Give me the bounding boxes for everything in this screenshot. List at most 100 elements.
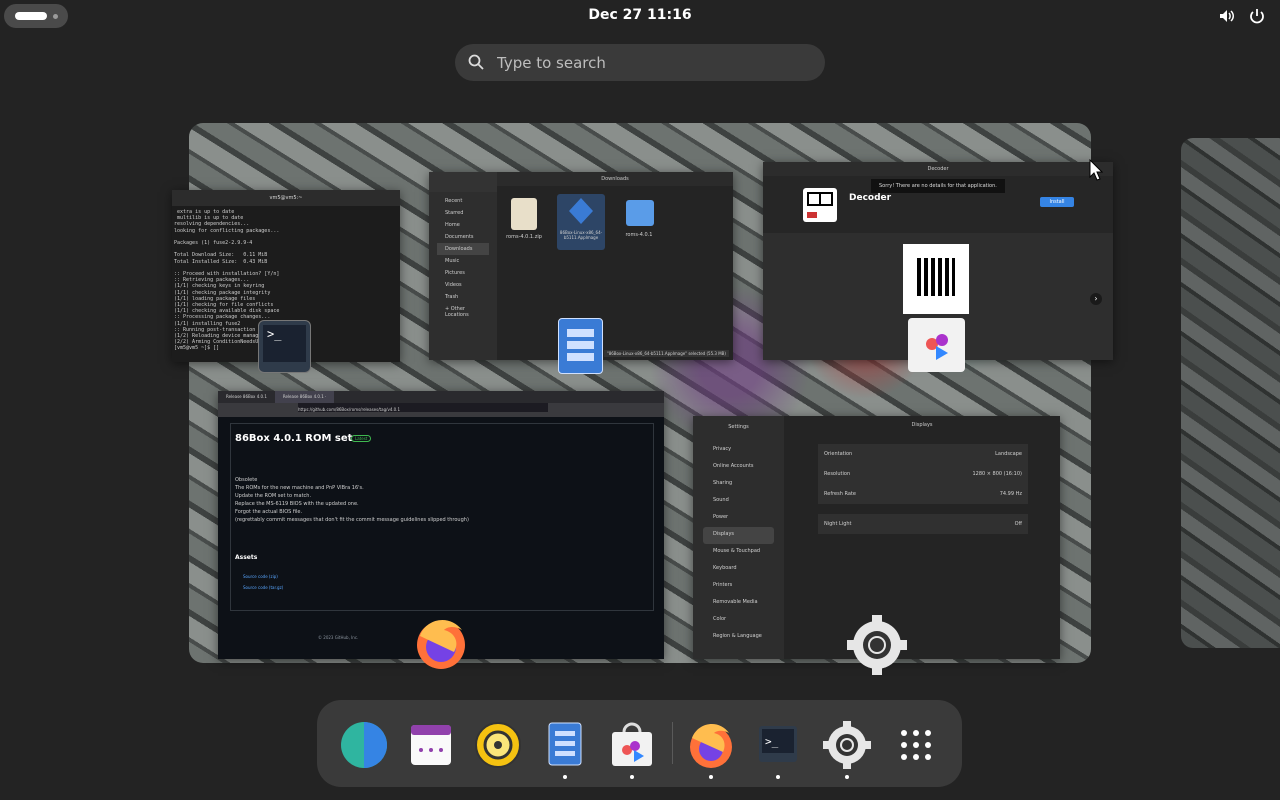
browser-footer: © 2023 GitHub, Inc.	[318, 635, 359, 640]
settings-row[interactable]: Orientation Landscape	[818, 444, 1028, 464]
running-indicator	[709, 775, 713, 779]
files-sidebar-item[interactable]: Home	[437, 219, 489, 231]
file-selected[interactable]: 86Box-Linux-x86_64-b5111.AppImage	[557, 194, 605, 250]
settings-sidebar-item[interactable]: Mouse & Touchpad	[703, 544, 774, 561]
settings-row-value: 1280 × 800 (16:10)	[972, 471, 1022, 477]
calendar-icon[interactable]	[406, 720, 456, 770]
url-bar[interactable]: https://github.com/86Box/roms/releases/t…	[218, 403, 664, 417]
firefox-window-icon	[417, 619, 465, 669]
settings-sidebar-item[interactable]: Keyboard	[703, 561, 774, 578]
software-window-icon	[908, 318, 965, 372]
files-icon[interactable]	[540, 720, 590, 779]
asset-link[interactable]: Source code (tar.gz)	[243, 585, 283, 590]
browser-tab[interactable]: Release 86Box 4.0.1	[218, 391, 275, 403]
install-button[interactable]: Install	[1040, 197, 1074, 207]
software-title: Decoder	[763, 162, 1113, 176]
settings-row-label: Orientation	[824, 451, 853, 457]
dash-separator	[672, 722, 673, 764]
assets-heading[interactable]: Assets	[235, 554, 257, 561]
power-icon[interactable]	[1248, 7, 1266, 25]
settings-sidebar-title: Settings	[728, 424, 749, 430]
settings-sidebar-item[interactable]: Printers	[703, 578, 774, 595]
asset-link[interactable]: Source code (zip)	[243, 574, 278, 579]
system-menu[interactable]	[1218, 7, 1266, 25]
settings-sidebar-item[interactable]: Displays	[703, 527, 774, 544]
firefox-icon[interactable]	[686, 720, 736, 779]
search-icon	[468, 54, 484, 70]
latest-badge: Latest	[351, 435, 372, 442]
settings-row-label: Refresh Rate	[824, 491, 856, 497]
running-indicator	[845, 775, 849, 779]
settings-sidebar-item[interactable]: Region & Language	[703, 629, 774, 646]
running-indicator	[563, 775, 567, 779]
running-indicator	[630, 775, 634, 779]
folder-icon	[626, 200, 654, 226]
files-title: Downloads	[497, 172, 733, 186]
settings-row-value: Off	[1014, 521, 1022, 527]
dash: >_	[317, 700, 962, 787]
next-workspace-thumbnail[interactable]	[1181, 138, 1280, 648]
browser-tabs: Release 86Box 4.0.1 Release 86Box 4.0.1 …	[218, 391, 664, 403]
top-bar: Dec 27 11:16	[0, 0, 1280, 32]
files-sidebar-item[interactable]: Recent	[437, 195, 489, 207]
release-note-line: Replace the MS-6119 BIOS with the update…	[235, 501, 359, 507]
release-notes: Obsolete The ROMs for the new machine and…	[235, 476, 645, 524]
release-heading: 86Box 4.0.1 ROM set	[235, 433, 353, 444]
settings-sidebar-item[interactable]: Online Accounts	[703, 459, 774, 476]
toast-message: Sorry! There are no details for that app…	[871, 179, 1005, 193]
settings-sidebar-item[interactable]: Removable Media	[703, 595, 774, 612]
web-browser-icon[interactable]	[339, 720, 389, 770]
release-note-line: Update the ROM set to match.	[235, 493, 312, 499]
release-note-line: Forgot the actual BIOS file.	[235, 509, 303, 515]
files-sidebar-item[interactable]: Trash	[437, 291, 489, 303]
release-note-line: Obsolete	[235, 477, 258, 483]
file-label: 86Box-Linux-x86_64-b5111.AppImage	[559, 230, 603, 240]
files-sidebar-item[interactable]: Music	[437, 255, 489, 267]
software-icon[interactable]	[607, 720, 657, 779]
settings-title: Displays	[911, 422, 933, 428]
app-grid-icon[interactable]	[891, 720, 941, 770]
settings-sidebar-item[interactable]: Power	[703, 510, 774, 527]
rhythmbox-icon[interactable]	[473, 720, 523, 770]
files-status: "86Box-Linux-x86_64-b5111.AppImage" sele…	[603, 350, 729, 357]
release-card: 86Box 4.0.1 ROM set Latest Obsolete The R…	[230, 423, 654, 611]
settings-sidebar: Settings Privacy Online Accounts Sharing So…	[693, 416, 784, 659]
settings-sidebar-item[interactable]: Sound	[703, 493, 774, 510]
terminal-icon[interactable]: >_	[753, 720, 803, 779]
settings-sidebar-item[interactable]: Color	[703, 612, 774, 629]
app-name: Decoder	[849, 193, 892, 203]
settings-row-label: Resolution	[824, 471, 851, 477]
settings-row-value: Landscape	[995, 451, 1022, 457]
file-label: roms-4.0.1.zip	[506, 234, 542, 240]
settings-row-value: 74.99 Hz	[999, 491, 1022, 497]
clock[interactable]: Dec 27 11:16	[0, 7, 1280, 23]
running-indicator	[776, 775, 780, 779]
settings-row[interactable]: Resolution 1280 × 800 (16:10)	[818, 464, 1028, 484]
files-sidebar: Recent Starred Home Documents Downloads Music…	[429, 172, 497, 360]
files-sidebar-item[interactable]: Videos	[437, 279, 489, 291]
settings-row-label: Night Light	[824, 521, 852, 527]
file-label: roms-4.0.1	[625, 232, 653, 238]
mouse-pointer	[1089, 159, 1103, 181]
files-sidebar-item[interactable]: + Other Locations	[437, 303, 489, 321]
appimage-icon	[569, 198, 593, 224]
search-entry[interactable]	[455, 44, 825, 81]
decoder-app-icon	[803, 188, 837, 222]
next-screenshot-button[interactable]: ›	[1090, 293, 1102, 305]
files-sidebar-item[interactable]: Downloads	[437, 243, 489, 255]
browser-tab-active[interactable]: Release 86Box 4.0.1 ·	[274, 391, 335, 403]
zip-file-icon	[511, 198, 537, 230]
settings-row[interactable]: Night Light Off	[818, 514, 1028, 534]
volume-icon[interactable]	[1218, 7, 1236, 25]
files-sidebar-item[interactable]: Starred	[437, 207, 489, 219]
release-note-line: (regrettably commit messages that don't …	[235, 517, 469, 523]
files-sidebar-item[interactable]: Documents	[437, 231, 489, 243]
settings-sidebar-item[interactable]: Privacy	[703, 442, 774, 459]
search-input[interactable]	[495, 52, 799, 74]
settings-row[interactable]: Refresh Rate 74.99 Hz	[818, 484, 1028, 504]
files-sidebar-item[interactable]: Pictures	[437, 267, 489, 279]
svg-text:>_: >_	[765, 735, 779, 748]
settings-icon[interactable]	[822, 720, 872, 779]
settings-sidebar-item[interactable]: Sharing	[703, 476, 774, 493]
settings-window-icon	[847, 615, 907, 675]
